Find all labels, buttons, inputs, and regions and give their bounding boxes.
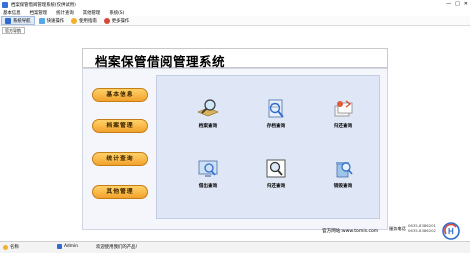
status-welcome: 欢迎使用我们的产品! — [96, 245, 138, 250]
other-management-button[interactable]: 其他管理 — [92, 185, 148, 199]
minimize-button[interactable]: — — [446, 1, 451, 7]
phone-numbers: 0635-8386201 0635-8386202 — [408, 223, 442, 237]
window-title: 档案保管借阅管理系统(仅供试用) — [11, 2, 76, 8]
menu-archive-management[interactable]: 档案管理 — [30, 10, 48, 16]
return-files-icon — [334, 100, 353, 117]
maximize-button[interactable]: □ — [455, 1, 460, 7]
more-operations-label: 更多操作 — [111, 18, 130, 24]
menu-statistics[interactable]: 统计查询 — [56, 10, 74, 16]
quick-operation-label: 快速操作 — [46, 18, 65, 24]
loan-query-tile[interactable]: 借出查询 — [188, 158, 228, 196]
magnifier-book-icon — [197, 99, 219, 117]
user-status-icon — [3, 244, 8, 250]
quick-icon — [38, 17, 45, 24]
archive-query-label: 档案查询 — [198, 124, 218, 129]
phone-number-2: 0635-8386202 — [408, 227, 436, 233]
storage-query-label: 存档查询 — [266, 124, 286, 129]
menu-system[interactable]: 系统(S) — [109, 10, 124, 16]
window-controls: — □ ✕ — [446, 1, 468, 7]
main-workspace: 基本信息 档案管理 统计查询 其他管理 档案查询 存档查询 归还查询 借出查询 … — [82, 68, 388, 230]
tab-official-nav[interactable]: 官方导航 — [2, 27, 25, 34]
system-header: 档案保管借阅管理系统 — [82, 48, 388, 69]
user-guide-button[interactable]: 使用指南 — [68, 16, 100, 25]
frame-search-icon — [266, 159, 286, 178]
archive-management-button[interactable]: 档案管理 — [92, 119, 148, 133]
basic-info-button[interactable]: 基本信息 — [92, 88, 148, 102]
trash-search-icon — [336, 162, 353, 178]
destroy-query-label: 销毁查询 — [333, 184, 353, 189]
close-button[interactable]: ✕ — [464, 1, 468, 7]
status-user: Admin — [57, 244, 78, 249]
monitor-search-icon — [198, 160, 218, 177]
archive-query-tile[interactable]: 档案查询 — [188, 98, 228, 136]
more-operations-button[interactable]: 更多操作 — [101, 16, 133, 25]
user-guide-label: 使用指南 — [79, 18, 97, 24]
more-icon — [103, 17, 110, 24]
status-name: 名称 — [3, 244, 19, 250]
storage-query-tile[interactable]: 存档查询 — [256, 98, 296, 136]
company-logo: H — [442, 222, 460, 240]
status-user-label: Admin — [64, 244, 78, 249]
function-panel: 档案查询 存档查询 归还查询 借出查询 归还查询 销毁查询 — [156, 75, 380, 219]
return-query-tile-2[interactable]: 归还查询 — [256, 158, 296, 196]
menu-bar: 基本信息 档案管理 统计查询 其他管理 系统(S) — [0, 9, 470, 16]
help-icon — [71, 17, 78, 24]
user-icon — [57, 244, 62, 249]
return-query-tile[interactable]: 归还查询 — [323, 98, 363, 136]
official-website[interactable]: 官方网站:www.tomis.com — [322, 228, 378, 234]
app-icon — [2, 1, 8, 8]
status-bar: 名称 Admin 欢迎使用我们的产品! — [0, 241, 470, 253]
return-query-label-2: 归还查询 — [266, 184, 286, 189]
system-nav-label: 系统导航 — [13, 18, 31, 24]
service-phone-label: 服务电话 — [389, 226, 406, 231]
statistics-query-button[interactable]: 统计查询 — [92, 152, 148, 166]
destroy-query-tile[interactable]: 销毁查询 — [323, 158, 363, 196]
menu-other[interactable]: 其他管理 — [83, 10, 101, 16]
navigation-icon — [5, 17, 11, 24]
document-search-icon — [268, 99, 284, 118]
loan-query-label: 借出查询 — [198, 184, 218, 189]
menu-basic-info[interactable]: 基本信息 — [3, 10, 21, 16]
toolbar: 系统导航 快速操作 使用指南 更多操作 — [0, 16, 470, 26]
quick-operation-button[interactable]: 快速操作 — [36, 16, 68, 25]
title-bar: 档案保管借阅管理系统(仅供试用) — □ ✕ — [0, 0, 470, 9]
system-nav-button[interactable]: 系统导航 — [1, 16, 35, 25]
return-query-label: 归还查询 — [333, 124, 353, 129]
svg-text:H: H — [448, 227, 454, 236]
status-name-label: 名称 — [10, 245, 19, 250]
